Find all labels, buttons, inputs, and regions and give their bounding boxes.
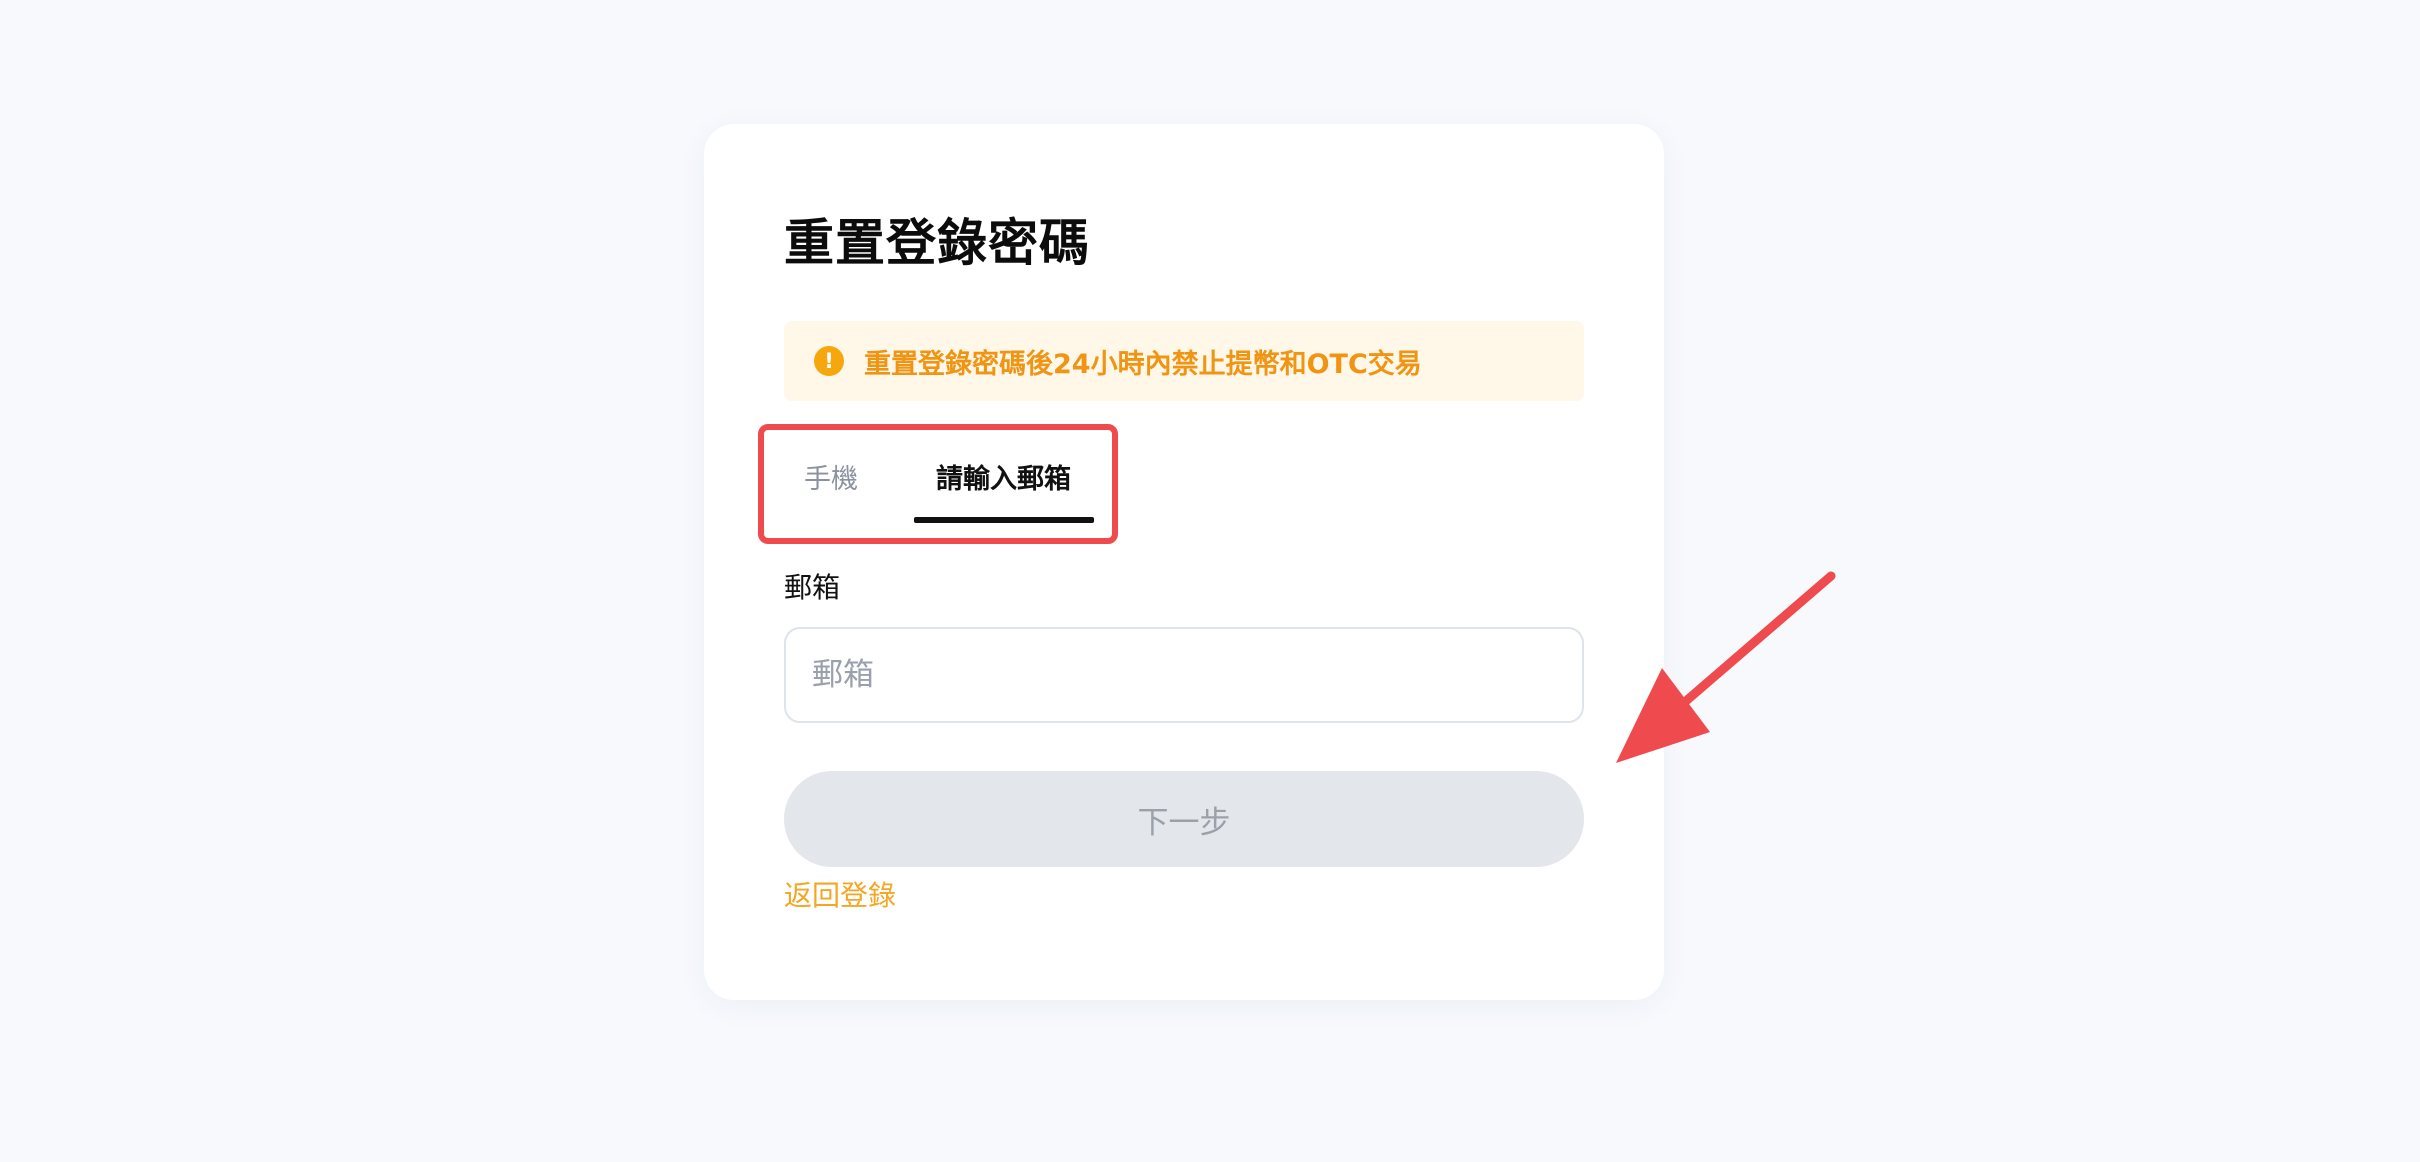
red-pointer-arrow-icon xyxy=(1616,571,1836,763)
exclamation-circle-icon: ! xyxy=(814,346,844,376)
back-to-login-link[interactable]: 返回登錄 xyxy=(784,876,896,916)
email-field-label: 郵箱 xyxy=(784,571,841,604)
tab-email[interactable]: 請輸入郵箱 xyxy=(936,463,1071,497)
email-input[interactable] xyxy=(784,627,1584,723)
login-method-tabs: 手機 請輸入郵箱 xyxy=(758,424,1118,544)
warning-notice-text: 重置登錄密碼後24小時內禁止提幣和OTC交易 xyxy=(864,348,1422,380)
active-tab-indicator xyxy=(914,517,1094,523)
next-step-button[interactable]: 下一步 xyxy=(784,771,1584,867)
tab-phone[interactable]: 手機 xyxy=(804,463,858,497)
warning-notice: ! 重置登錄密碼後24小時內禁止提幣和OTC交易 xyxy=(784,321,1584,401)
page-title: 重置登錄密碼 xyxy=(784,214,1090,272)
reset-password-card: 重置登錄密碼 ! 重置登錄密碼後24小時內禁止提幣和OTC交易 手機 請輸入郵箱… xyxy=(704,124,1664,1000)
